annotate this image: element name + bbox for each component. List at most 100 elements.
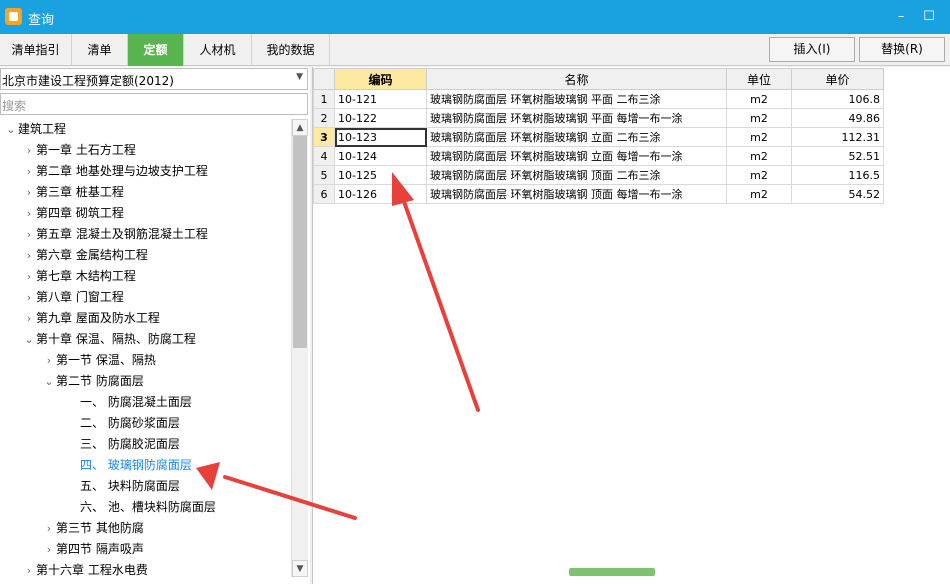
- cell-price[interactable]: 52.51: [791, 146, 884, 166]
- horizontal-splitter-handle[interactable]: [569, 568, 655, 576]
- cell-name[interactable]: 玻璃钢防腐面层 环氧树脂玻璃钢 顶面 每增一布一涂: [426, 184, 727, 204]
- tree-node[interactable]: 一、 防腐混凝土面层: [62, 392, 192, 413]
- cell-unit[interactable]: m2: [726, 108, 792, 128]
- table-row[interactable]: 5 10-125 玻璃钢防腐面层 环氧树脂玻璃钢 顶面 二布三涂 m2 116.5: [313, 165, 884, 185]
- tab-bill-guide[interactable]: 清单指引: [0, 34, 72, 66]
- replace-button[interactable]: 替换(R): [859, 37, 945, 62]
- tree-node[interactable]: › 第九章 屋面及防水工程: [22, 308, 160, 329]
- chapter-tree: ⌄ 建筑工程 › 第一章 土石方工程 › 第二章 地基处理与边坡支护工程 › 第三章 桩基工程…: [0, 119, 290, 584]
- insert-button[interactable]: 插入(I): [769, 37, 855, 62]
- cell-price[interactable]: 106.8: [791, 89, 884, 109]
- tree-node[interactable]: › 第三节 其他防腐: [42, 518, 144, 539]
- cell-unit[interactable]: m2: [726, 89, 792, 109]
- cell-unit[interactable]: m2: [726, 165, 792, 185]
- tree-scrollbar[interactable]: ▲ ▼: [291, 119, 308, 577]
- tree-node-label: 三、 防腐胶泥面层: [80, 437, 180, 451]
- table-row[interactable]: 6 10-126 玻璃钢防腐面层 环氧树脂玻璃钢 顶面 每增一布一涂 m2 54.52: [313, 184, 884, 204]
- cell-unit[interactable]: m2: [726, 146, 792, 166]
- chevron-right-icon[interactable]: ›: [22, 161, 36, 182]
- chevron-right-icon[interactable]: ›: [22, 182, 36, 203]
- cell-code[interactable]: 10-121: [334, 89, 427, 109]
- tree-node-label: 第九章 屋面及防水工程: [36, 311, 160, 325]
- tree-node[interactable]: 三、 防腐胶泥面层: [62, 434, 180, 455]
- column-header-code[interactable]: 编码: [334, 68, 427, 90]
- chevron-right-icon[interactable]: ›: [42, 350, 56, 371]
- cell-code[interactable]: 10-123: [334, 127, 427, 147]
- chevron-down-icon[interactable]: ⌄: [4, 119, 18, 140]
- chevron-right-icon[interactable]: ›: [22, 203, 36, 224]
- cell-price[interactable]: 112.31: [791, 127, 884, 147]
- chevron-down-icon[interactable]: ▼: [296, 72, 303, 82]
- tree-node[interactable]: › 第六章 金属结构工程: [22, 245, 148, 266]
- cell-code[interactable]: 10-124: [334, 146, 427, 166]
- cell-name[interactable]: 玻璃钢防腐面层 环氧树脂玻璃钢 平面 二布三涂: [426, 89, 727, 109]
- cell-price[interactable]: 54.52: [791, 184, 884, 204]
- chevron-right-icon[interactable]: ›: [22, 224, 36, 245]
- row-number[interactable]: 5: [313, 165, 335, 185]
- tree-node[interactable]: › 第四节 隔声吸声: [42, 539, 144, 560]
- chevron-down-icon[interactable]: ⌄: [42, 371, 56, 392]
- tab-quota[interactable]: 定额: [128, 34, 184, 66]
- tree-node[interactable]: › 第一章 土石方工程: [22, 140, 136, 161]
- table-row[interactable]: 2 10-122 玻璃钢防腐面层 环氧树脂玻璃钢 平面 每增一布一涂 m2 49.86: [313, 108, 884, 128]
- column-header-name[interactable]: 名称: [426, 68, 727, 90]
- table-row[interactable]: 3 10-123 玻璃钢防腐面层 环氧树脂玻璃钢 立面 二布三涂 m2 112.31: [313, 127, 884, 147]
- chevron-right-icon[interactable]: ›: [22, 266, 36, 287]
- chevron-right-icon[interactable]: ›: [22, 308, 36, 329]
- cell-price[interactable]: 116.5: [791, 165, 884, 185]
- chevron-right-icon[interactable]: ›: [22, 140, 36, 161]
- tree-node[interactable]: 四、 玻璃钢防腐面层: [62, 455, 192, 476]
- tree-node[interactable]: ⌄ 第十章 保温、隔热、防腐工程: [22, 329, 195, 350]
- cell-name[interactable]: 玻璃钢防腐面层 环氧树脂玻璃钢 平面 每增一布一涂: [426, 108, 727, 128]
- chevron-right-icon[interactable]: ›: [42, 518, 56, 539]
- row-number[interactable]: 3: [313, 127, 335, 147]
- tab-bill[interactable]: 清单: [72, 34, 128, 66]
- row-number[interactable]: 4: [313, 146, 335, 166]
- table-row[interactable]: 1 10-121 玻璃钢防腐面层 环氧树脂玻璃钢 平面 二布三涂 m2 106.8: [313, 89, 884, 109]
- cell-code[interactable]: 10-125: [334, 165, 427, 185]
- tree-node[interactable]: › 第八章 门窗工程: [22, 287, 124, 308]
- scrollbar-thumb[interactable]: [293, 136, 307, 348]
- cell-unit[interactable]: m2: [726, 127, 792, 147]
- tree-node[interactable]: › 第二章 地基处理与边坡支护工程: [22, 161, 208, 182]
- cell-unit[interactable]: m2: [726, 184, 792, 204]
- chevron-right-icon[interactable]: ›: [22, 560, 36, 581]
- tree-node[interactable]: › 第七章 木结构工程: [22, 266, 136, 287]
- column-header-price[interactable]: 单价: [791, 68, 884, 90]
- row-number[interactable]: 6: [313, 184, 335, 204]
- tree-node[interactable]: › 第三章 桩基工程: [22, 182, 124, 203]
- row-number[interactable]: 1: [313, 89, 335, 109]
- cell-name[interactable]: 玻璃钢防腐面层 环氧树脂玻璃钢 立面 每增一布一涂: [426, 146, 727, 166]
- scroll-down-icon[interactable]: ▼: [292, 560, 308, 577]
- tree-node[interactable]: › 第五章 混凝土及钢筋混凝土工程: [22, 224, 208, 245]
- row-number-header: [313, 68, 335, 90]
- cell-price[interactable]: 49.86: [791, 108, 884, 128]
- minimize-button[interactable]: –: [890, 7, 912, 27]
- tree-node[interactable]: 六、 池、槽块料防腐面层: [62, 497, 216, 518]
- chevron-down-icon[interactable]: ⌄: [22, 329, 36, 350]
- scroll-up-icon[interactable]: ▲: [292, 119, 308, 136]
- cell-name[interactable]: 玻璃钢防腐面层 环氧树脂玻璃钢 顶面 二布三涂: [426, 165, 727, 185]
- chevron-right-icon[interactable]: ›: [22, 245, 36, 266]
- tab-my-data[interactable]: 我的数据: [252, 34, 330, 66]
- tree-node[interactable]: 五、 块料防腐面层: [62, 476, 180, 497]
- tree-node[interactable]: ⌄ 第二节 防腐面层: [42, 371, 143, 392]
- tab-labor-material-machine[interactable]: 人材机: [184, 34, 252, 66]
- row-number[interactable]: 2: [313, 108, 335, 128]
- search-input[interactable]: 搜索: [0, 93, 308, 115]
- tree-node[interactable]: › 第十六章 工程水电费: [22, 560, 148, 581]
- cell-name[interactable]: 玻璃钢防腐面层 环氧树脂玻璃钢 立面 二布三涂: [426, 127, 727, 147]
- cell-code[interactable]: 10-126: [334, 184, 427, 204]
- tree-node[interactable]: › 第一节 保温、隔热: [42, 350, 156, 371]
- tree-node[interactable]: 二、 防腐砂浆面层: [62, 413, 180, 434]
- chevron-right-icon[interactable]: ›: [42, 539, 56, 560]
- maximize-button[interactable]: ☐: [918, 7, 940, 27]
- column-header-unit[interactable]: 单位: [726, 68, 792, 90]
- table-row[interactable]: 4 10-124 玻璃钢防腐面层 环氧树脂玻璃钢 立面 每增一布一涂 m2 52.51: [313, 146, 884, 166]
- cell-code[interactable]: 10-122: [334, 108, 427, 128]
- tree-node[interactable]: › 第四章 砌筑工程: [22, 203, 124, 224]
- tree-node[interactable]: ⌄ 建筑工程: [4, 119, 66, 140]
- table-header-row: 编码 名称 单位 单价: [313, 68, 884, 90]
- library-select[interactable]: 北京市建设工程预算定额(2012) ▼: [0, 68, 308, 90]
- chevron-right-icon[interactable]: ›: [22, 287, 36, 308]
